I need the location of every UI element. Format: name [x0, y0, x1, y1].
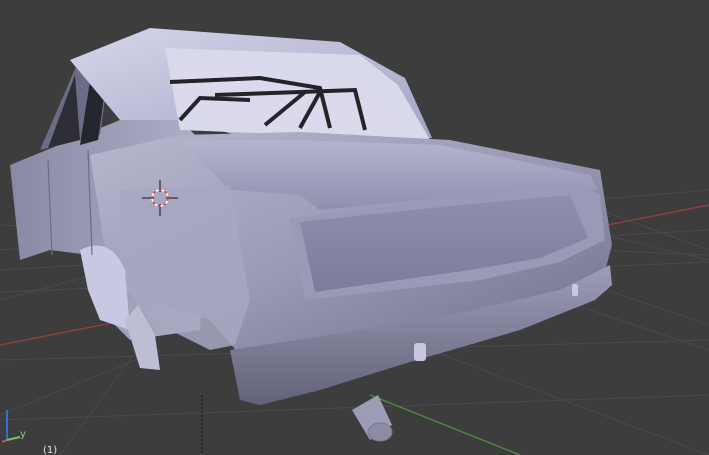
car-model[interactable] — [10, 28, 612, 442]
gizmo-y-label: y — [20, 429, 26, 440]
3d-viewport[interactable]: y (1) — [0, 0, 709, 455]
scene-canvas[interactable] — [0, 0, 709, 455]
current-frame-label: (1) — [43, 445, 58, 455]
